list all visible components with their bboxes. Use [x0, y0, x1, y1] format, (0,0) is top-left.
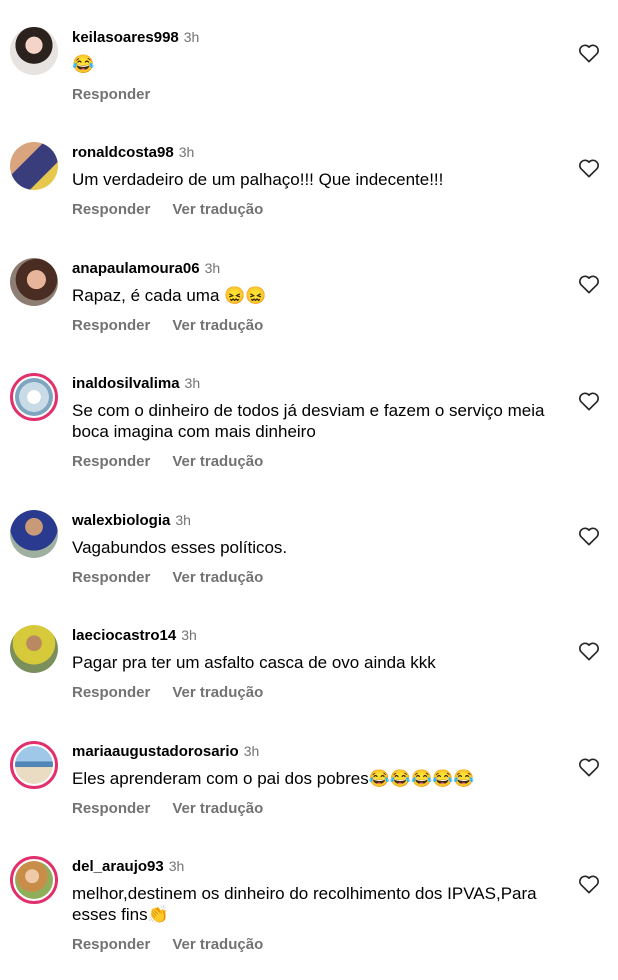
see-translation-button[interactable]: Ver tradução — [172, 569, 263, 586]
reply-button[interactable]: Responder — [72, 569, 150, 586]
comment-time: 3h — [178, 144, 195, 160]
avatar[interactable] — [10, 741, 58, 789]
comment-username[interactable]: keilasoares998 — [72, 29, 179, 46]
comment-username[interactable]: anapaulamoura06 — [72, 260, 200, 277]
comment-text: Rapaz, é cada uma 😖😖 — [72, 286, 267, 305]
see-translation-button[interactable]: Ver tradução — [172, 201, 263, 218]
comment-text: Vagabundos esses políticos. — [72, 538, 288, 557]
see-translation-button[interactable]: Ver tradução — [172, 800, 263, 817]
comment-text: Se com o dinheiro de todos já desviam e … — [72, 401, 545, 441]
comment-time: 3h — [181, 627, 197, 643]
like-heart-icon[interactable] — [578, 43, 600, 63]
comment-time: 3h — [168, 858, 185, 874]
reply-button[interactable]: Responder — [72, 684, 150, 701]
avatar[interactable] — [10, 510, 58, 558]
comment-username[interactable]: walexbiologia — [72, 512, 170, 529]
like-heart-icon[interactable] — [578, 274, 600, 294]
see-translation-button[interactable]: Ver tradução — [172, 453, 263, 470]
reply-button[interactable]: Responder — [72, 800, 150, 817]
comment-time: 3h — [175, 512, 191, 528]
like-heart-icon[interactable] — [578, 874, 600, 894]
reply-button[interactable]: Responder — [72, 86, 150, 103]
see-translation-button[interactable]: Ver tradução — [172, 317, 263, 334]
comment-text: Eles aprenderam com o pai dos pobres😂😂😂😂… — [72, 769, 475, 788]
like-heart-icon[interactable] — [578, 526, 600, 546]
comment-username[interactable]: inaldosilvalima — [72, 375, 180, 392]
like-heart-icon[interactable] — [578, 641, 600, 661]
comment-time: 3h — [183, 29, 200, 45]
comment-text: Um verdadeiro de um palhaço!!! Que indec… — [72, 170, 444, 189]
see-translation-button[interactable]: Ver tradução — [172, 936, 263, 953]
reply-button[interactable]: Responder — [72, 936, 150, 953]
comment-time: 3h — [204, 260, 221, 276]
comment-text: Pagar pra ter um asfalto casca de ovo ai… — [72, 653, 436, 672]
comment-username[interactable]: ronaldcosta98 — [72, 144, 174, 161]
comment-text: 😂 — [72, 54, 95, 74]
avatar[interactable] — [10, 373, 58, 421]
avatar[interactable] — [10, 625, 58, 673]
comment-time: 3h — [184, 375, 201, 391]
avatar[interactable] — [10, 27, 58, 75]
reply-button[interactable]: Responder — [72, 201, 150, 218]
comment-time: 3h — [243, 743, 260, 759]
comment-text: melhor,destinem os dinheiro do recolhime… — [72, 884, 537, 924]
like-heart-icon[interactable] — [578, 391, 600, 411]
like-heart-icon[interactable] — [578, 757, 600, 777]
comment-username[interactable]: del_araujo93 — [72, 858, 164, 875]
avatar[interactable] — [10, 258, 58, 306]
avatar[interactable] — [10, 856, 58, 904]
reply-button[interactable]: Responder — [72, 317, 150, 334]
see-translation-button[interactable]: Ver tradução — [172, 684, 263, 701]
like-heart-icon[interactable] — [578, 158, 600, 178]
avatar[interactable] — [10, 142, 58, 190]
reply-button[interactable]: Responder — [72, 453, 150, 470]
comment-username[interactable]: mariaaugustadorosario — [72, 743, 239, 760]
comment-username[interactable]: laeciocastro14 — [72, 627, 176, 644]
